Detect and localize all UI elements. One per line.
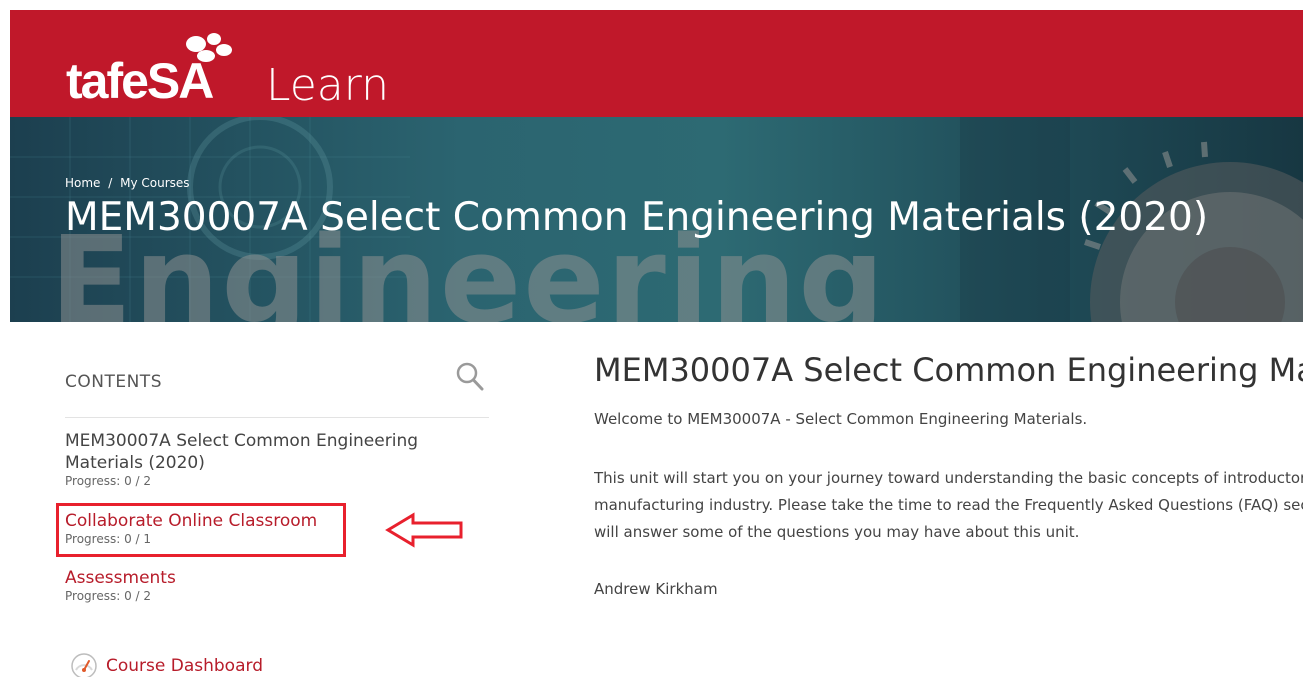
toc-item-title-cont[interactable]: Materials (2020) — [65, 452, 489, 474]
contents-header: CONTENTS — [65, 360, 489, 418]
top-header: tafeSA Learn — [10, 10, 1303, 117]
toc-item-progress: Progress: 0 / 2 — [65, 589, 152, 603]
toc-item-assessments[interactable]: Assessments Progress: 0 / 2 — [65, 567, 489, 603]
main-content: MEM30007A Select Common Engineering Mate… — [594, 350, 1303, 677]
dashboard-gauge-icon — [71, 653, 97, 677]
contents-heading: CONTENTS — [65, 372, 162, 392]
breadcrumb-separator: / — [108, 176, 113, 190]
intro-paragraph-line-3: will answer some of the questions you ma… — [594, 523, 1080, 541]
toc-item-assessments-link[interactable]: Assessments — [65, 567, 489, 589]
contents-sidebar: CONTENTS MEM30007A Select Common Enginee… — [65, 360, 489, 603]
search-icon[interactable] — [455, 360, 485, 392]
highlight-annotation-box — [56, 503, 346, 557]
logo-wordmark: tafeSA — [66, 53, 214, 109]
course-hero-banner: Engineering Home / My Courses MEM30007A … — [10, 117, 1303, 322]
intro-paragraph-line-1: This unit will start you on your journey… — [594, 469, 1303, 487]
course-dashboard-label[interactable]: Course Dashboard — [106, 656, 263, 676]
brand-learn-label: Learn — [266, 60, 389, 111]
page: tafeSA Learn Engineering Home / My Cours… — [0, 0, 1303, 677]
welcome-text: Welcome to MEM30007A - Select Common Eng… — [594, 410, 1088, 428]
breadcrumb-home-link[interactable]: Home — [65, 176, 100, 190]
intro-paragraph-line-2: manufacturing industry. Please take the … — [594, 496, 1303, 514]
course-dashboard-link[interactable]: Course Dashboard — [70, 653, 263, 677]
toc-item-progress: Progress: 0 / 2 — [65, 474, 152, 488]
course-banner-title: MEM30007A Select Common Engineering Mate… — [65, 195, 1209, 240]
author-name: Andrew Kirkham — [594, 580, 718, 598]
tafesa-logo[interactable]: tafeSA Learn — [66, 30, 426, 111]
toc-item-title[interactable]: MEM30007A Select Common Engineering — [65, 430, 489, 452]
breadcrumb-my-courses-link[interactable]: My Courses — [120, 176, 189, 190]
left-arrow-icon — [385, 512, 463, 548]
breadcrumb: Home / My Courses — [65, 176, 194, 190]
toc-item-course-overview[interactable]: MEM30007A Select Common Engineering Mate… — [65, 430, 489, 488]
section-title: MEM30007A Select Common Engineering Mate… — [594, 351, 1303, 389]
